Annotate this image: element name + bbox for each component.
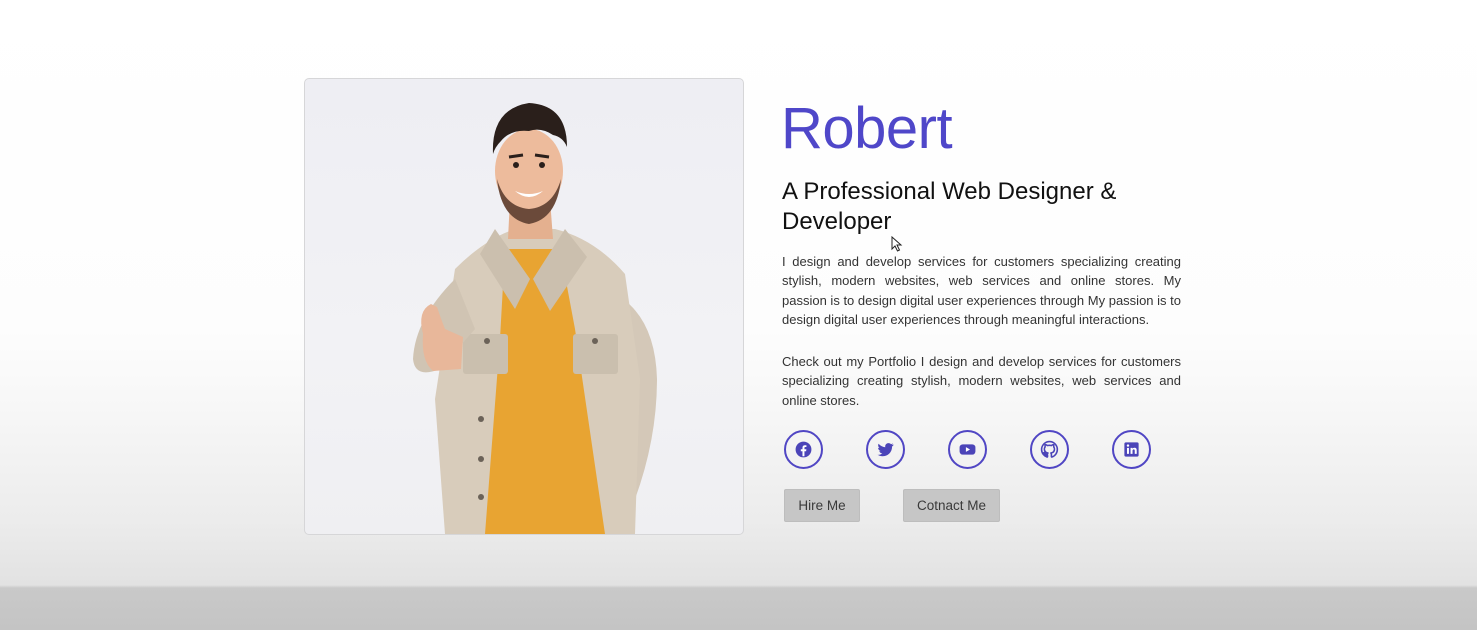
linkedin-icon [1124,442,1139,457]
github-icon [1040,440,1059,458]
hire-me-button[interactable]: Hire Me [784,489,860,522]
bio-paragraph: I design and develop services for custom… [782,254,1181,327]
profile-name: Robert [781,96,953,161]
twitter-link[interactable] [866,430,905,469]
twitter-icon [877,443,894,457]
linkedin-link[interactable] [1112,430,1151,469]
mouse-cursor-icon [891,236,903,252]
profile-title: A Professional Web Designer & Developer [782,178,1117,235]
facebook-link[interactable] [784,430,823,469]
profile-photo [304,78,744,535]
contact-me-button[interactable]: Cotnact Me [903,489,1000,522]
bio-paragraph: Check out my Portfolio I design and deve… [782,354,1181,408]
youtube-icon [959,444,976,455]
github-link[interactable] [1030,430,1069,469]
youtube-link[interactable] [948,430,987,469]
social-links [784,430,1151,469]
person-thumbs-up-illustration [413,103,657,534]
facebook-icon [795,441,812,458]
